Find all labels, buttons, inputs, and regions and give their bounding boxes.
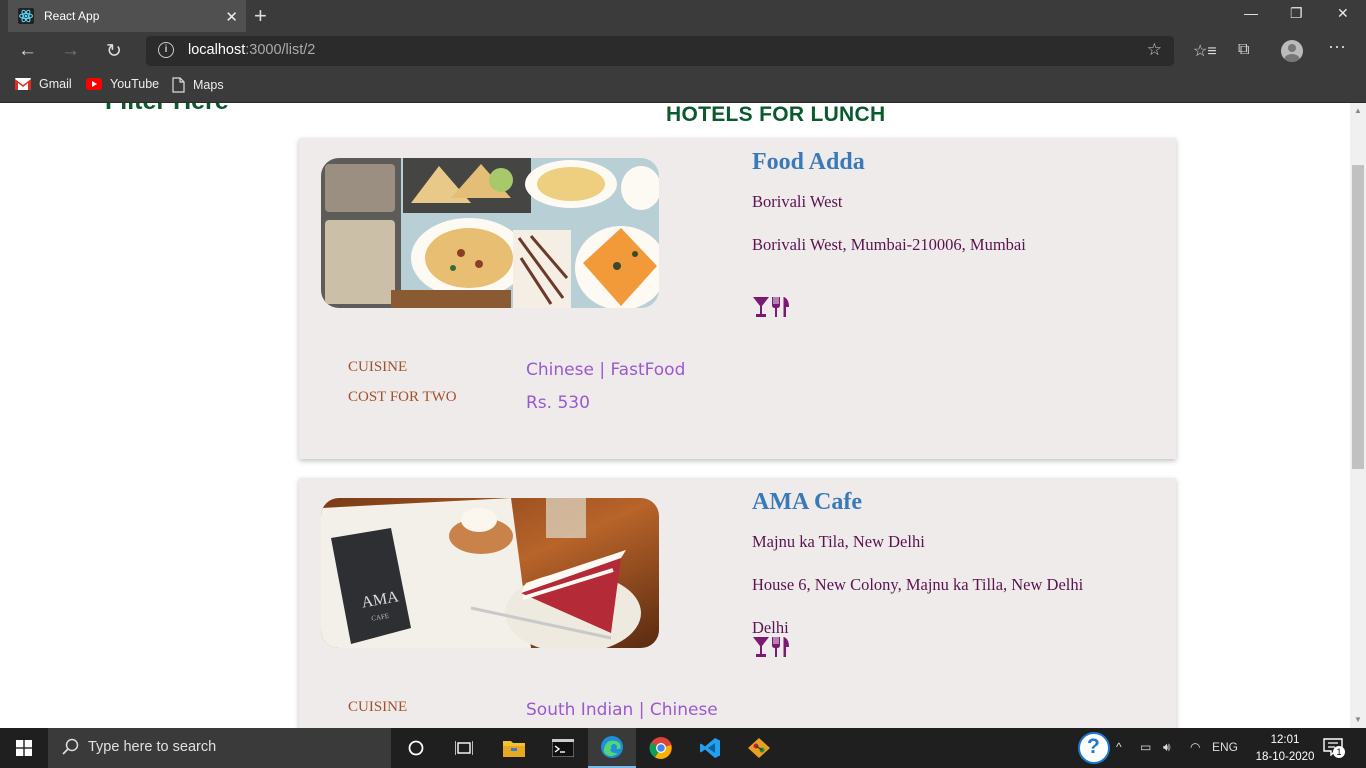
browser-titlebar: React App ✕ + — ❐ ✕ [0,0,1366,32]
restaurant-name[interactable]: AMA Cafe [752,489,862,516]
close-window-icon[interactable]: ✕ [1337,5,1349,22]
windows-start-icon[interactable] [16,740,32,756]
cafe-cake-photo: AMA CAFE [321,498,659,648]
git-gui-icon[interactable] [735,728,783,768]
bookmark-label: YouTube [110,77,160,91]
cocktail-cutlery-icon [753,637,789,657]
collections-icon[interactable]: ⧉ [1238,41,1249,59]
page-icon [172,77,185,93]
tab-title: React App [44,9,100,23]
scroll-down-icon[interactable]: ▼ [1354,715,1362,724]
cuisine-value: South Indian | Chinese [526,700,718,720]
cocktail-cutlery-icon [753,297,789,317]
edge-browser-icon[interactable] [588,728,636,768]
refresh-icon[interactable]: ↻ [106,40,122,63]
clock-date: 18-10-2020 [1255,751,1315,763]
clock-time: 12:01 [1270,734,1300,746]
language-indicator[interactable]: ENG [1212,740,1238,754]
section-heading: HOTELS FOR LUNCH [666,103,886,126]
notifications-icon[interactable]: 1 [1323,738,1345,761]
cost-value: Rs. 530 [526,393,590,413]
cuisine-label: CUISINE [348,359,408,375]
volume-icon[interactable]: 🔊︎ [1163,740,1171,755]
file-explorer-icon[interactable] [490,728,538,768]
search-placeholder: Type here to search [88,739,217,755]
cost-label: COST FOR TWO [348,389,457,405]
url-path: :3000/list/2 [245,42,316,58]
gmail-icon [15,78,31,90]
page-viewport: Filter Here HOTELS FOR LUNCH [0,103,1350,728]
battery-icon[interactable]: ▭ [1140,740,1151,754]
more-menu-icon[interactable]: ··· [1328,36,1346,57]
restaurant-card[interactable]: AMA CAFE AMA Cafe Majnu ka Tila, New Del… [299,478,1176,728]
cuisine-label: CUISINE [348,699,408,715]
system-clock[interactable]: 12:01 18-10-2020 [1254,732,1316,766]
restaurant-address: Borivali West, Mumbai-210006, Mumbai [752,235,1026,254]
browser-tab[interactable]: React App ✕ [8,0,246,32]
bookmark-maps[interactable]: Maps [172,77,224,93]
address-bar[interactable]: i localhost:3000/list/2 ☆ [146,36,1174,66]
show-hidden-icons-icon[interactable]: ^ [1116,740,1122,754]
restaurant-locality: Borivali West [752,192,843,211]
restore-icon[interactable]: ❐ [1290,5,1303,22]
back-icon[interactable]: ← [18,40,37,62]
help-icon[interactable]: ? [1078,732,1110,764]
restaurant-photo[interactable] [321,158,659,308]
search-icon [62,738,79,755]
restaurant-card[interactable]: Food Adda Borivali West Borivali West, M… [299,138,1176,459]
taskbar-search-input[interactable]: Type here to search [48,728,391,768]
wifi-icon[interactable]: ◠ [1190,740,1200,754]
page-scrollbar[interactable]: ▲ ▼ [1350,103,1366,728]
bookmarks-bar: Gmail YouTube Maps [0,70,1366,103]
forward-icon[interactable]: → [61,40,80,62]
chrome-icon[interactable] [637,728,685,768]
filter-heading: Filter Here [105,103,229,116]
restaurant-city: Delhi [752,618,789,637]
bookmark-label: Maps [193,78,224,92]
restaurant-locality: Majnu ka Tila, New Delhi [752,532,925,551]
task-view-icon[interactable] [440,728,488,768]
restaurant-address: House 6, New Colony, Majnu ka Tilla, New… [752,575,1084,594]
scrollbar-thumb[interactable] [1352,165,1364,469]
profile-avatar[interactable] [1281,40,1303,62]
minimize-icon[interactable]: — [1244,5,1258,21]
url-host: localhost [188,42,246,58]
react-icon [18,8,34,24]
restaurant-photo[interactable]: AMA CAFE [321,498,659,648]
info-icon[interactable]: i [158,42,174,58]
cortana-icon[interactable] [392,728,440,768]
new-tab-icon[interactable]: + [254,3,267,29]
youtube-icon [86,78,102,90]
close-tab-icon[interactable]: ✕ [225,8,238,26]
windows-taskbar: Type here to search ? ^ ▭ 🔊︎ ◠ ENG 12:01… [0,728,1366,768]
bookmark-gmail[interactable]: Gmail [15,77,72,91]
favorite-star-icon[interactable]: ☆ [1147,40,1162,60]
bookmark-youtube[interactable]: YouTube [86,77,159,91]
terminal-icon[interactable] [539,728,587,768]
restaurant-name[interactable]: Food Adda [752,149,865,176]
bookmark-label: Gmail [39,77,72,91]
browser-toolbar: ← → ↻ i localhost:3000/list/2 ☆ ☆≡ ⧉ ··· [0,32,1366,70]
pizza-platter-photo [321,158,659,308]
notification-count: 1 [1333,746,1345,758]
vscode-icon[interactable] [686,728,734,768]
cuisine-value: Chinese | FastFood [526,360,686,380]
favorites-list-icon[interactable]: ☆≡ [1193,41,1217,61]
scroll-up-icon[interactable]: ▲ [1354,106,1362,115]
